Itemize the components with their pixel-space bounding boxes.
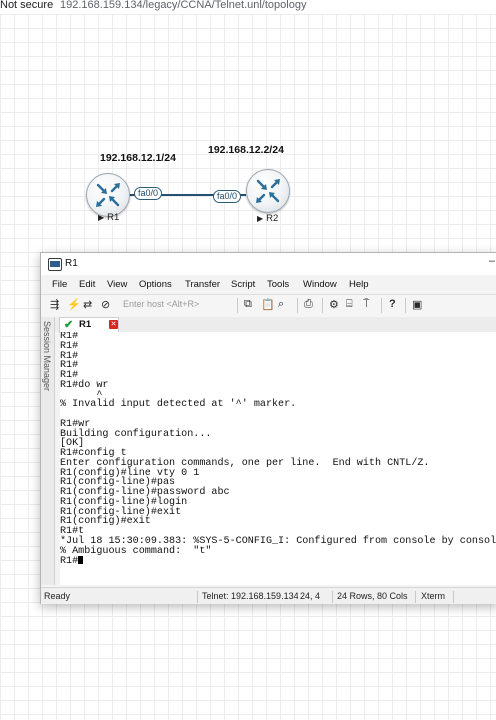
toolbar-divider — [237, 298, 238, 313]
router-icon — [256, 179, 280, 203]
screenshot-icon[interactable]: ▣ — [412, 298, 422, 311]
session-tab-bar: ✔ R1 ✕ — [55, 317, 496, 333]
copy-icon[interactable]: ⧉ — [244, 298, 252, 311]
security-indicator[interactable]: Not secure — [0, 0, 53, 11]
toolbar: ⇶ ⚡ ⇄ ⊘ Enter host <Alt+R> ⧉ 📋 ⌕ ⎙ ⚙ ⌸ ⍑… — [41, 294, 496, 318]
status-size: 24 Rows, 80 Cols — [337, 591, 408, 601]
r2-interface-label[interactable]: fa0/0 — [213, 190, 242, 203]
menu-file[interactable]: File — [52, 279, 67, 290]
settings-icon[interactable]: ⚙ — [329, 298, 339, 311]
quick-connect-icon[interactable]: ⚡ — [67, 298, 81, 311]
tab-label: R1 — [79, 319, 92, 330]
terminal-cursor — [78, 556, 84, 565]
terminal-line: R1(config)#exit — [60, 516, 151, 528]
menu-options[interactable]: Options — [139, 279, 172, 290]
r1-name[interactable]: ▶ R1 — [98, 212, 119, 223]
status-divider — [197, 591, 198, 603]
toolbar-divider — [297, 298, 298, 313]
find-icon[interactable]: ⌕ — [278, 298, 284, 311]
terminal-line: % Invalid input detected at '^' marker. — [60, 399, 297, 411]
menu-script[interactable]: Script — [231, 279, 255, 290]
menu-edit[interactable]: Edit — [79, 279, 95, 290]
toolbar-divider — [381, 298, 382, 313]
terminal-prompt: R1# — [60, 556, 79, 568]
securecrt-window[interactable]: R1 – File Edit View Options Transfer Scr… — [40, 252, 496, 604]
terminal-prompt-line[interactable]: R1# — [60, 556, 496, 568]
print-icon[interactable]: ⎙ — [304, 298, 313, 311]
status-cursor-position: 24, 4 — [300, 591, 321, 601]
connect-icon[interactable]: ⇶ — [50, 298, 59, 311]
r1-ip-label: 192.168.12.1/24 — [100, 152, 176, 164]
global-options-icon[interactable]: ⌸ — [346, 298, 353, 311]
minimize-icon[interactable]: – — [489, 255, 495, 267]
status-divider — [415, 591, 416, 603]
router-icon — [96, 183, 120, 207]
host-input[interactable]: Enter host <Alt+R> — [123, 299, 199, 309]
title-bar[interactable]: R1 – — [41, 253, 496, 275]
terminal-output[interactable]: R1# R1# R1# R1# R1# R1#do wr ^ % Invalid… — [60, 332, 496, 585]
menu-tools[interactable]: Tools — [267, 279, 289, 290]
terminal-line: R1# — [60, 370, 79, 381]
r2-ip-label: 192.168.12.2/24 — [208, 144, 284, 156]
link-icon[interactable]: ⊘ — [101, 298, 110, 311]
status-connection: Telnet: 192.168.159.134 — [202, 591, 298, 601]
connected-check-icon: ✔ — [64, 319, 74, 331]
status-divider — [332, 591, 333, 603]
session-manager-panel[interactable]: Session Manager — [41, 317, 55, 585]
status-ready: Ready — [44, 591, 71, 601]
close-tab-icon[interactable]: ✕ — [109, 320, 118, 329]
url-text[interactable]: 192.168.159.134/legacy/CCNA/Telnet.unl/t… — [60, 0, 306, 11]
menu-transfer[interactable]: Transfer — [185, 279, 220, 290]
menu-help[interactable]: Help — [349, 279, 369, 290]
session-manager-label: Session Manager — [42, 321, 52, 392]
terminal-line: R1# — [60, 340, 79, 352]
reconnect-icon[interactable]: ⇄ — [83, 298, 92, 311]
status-emulation: Xterm — [421, 591, 446, 601]
window-title: R1 — [65, 258, 78, 269]
toolbar-divider — [405, 298, 406, 313]
app-icon — [48, 258, 62, 271]
help-icon[interactable]: ? — [389, 298, 396, 310]
r1-interface-label[interactable]: fa0/0 — [134, 187, 163, 200]
terminal-line: Building configuration... — [60, 428, 212, 440]
terminal-line: R1#do wr — [60, 379, 109, 391]
keymap-icon[interactable]: ⍑ — [363, 298, 370, 311]
router-r2[interactable] — [246, 169, 290, 213]
terminal-line: R1# — [60, 360, 79, 372]
terminal-line: R1# — [60, 332, 79, 342]
menu-view[interactable]: View — [107, 279, 127, 290]
play-icon: ▶ — [98, 213, 105, 222]
play-icon: ▶ — [257, 214, 264, 223]
paste-icon[interactable]: 📋 — [261, 298, 275, 311]
menu-bar: File Edit View Options Transfer Script T… — [41, 277, 496, 293]
r2-name[interactable]: ▶ R2 — [257, 213, 278, 224]
terminal-line: % Ambiguous command: "t" — [60, 545, 212, 557]
address-bar[interactable]: Not secure 192.168.159.134/legacy/CCNA/T… — [0, 0, 496, 14]
terminal-line: R1# — [60, 350, 79, 362]
menu-window[interactable]: Window — [303, 279, 337, 290]
status-divider — [453, 591, 454, 603]
status-bar: Ready Telnet: 192.168.159.134 24, 4 24 R… — [41, 587, 496, 604]
toolbar-divider — [322, 298, 323, 313]
router-r1[interactable] — [86, 173, 130, 217]
